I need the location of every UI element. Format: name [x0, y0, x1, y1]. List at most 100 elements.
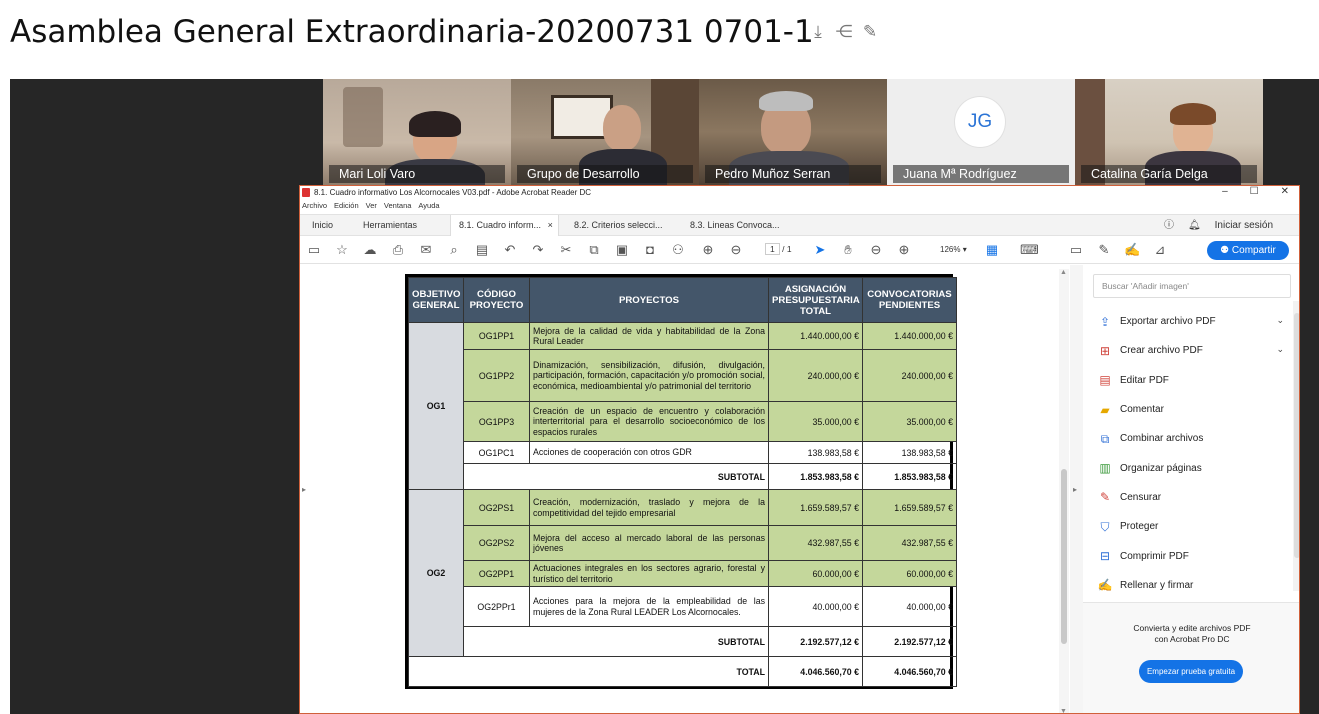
total-label: TOTAL [408, 656, 769, 687]
participant-strip: Mari Loli Varo Grupo de Desarrollo Pedro… [323, 79, 1263, 185]
tool-item[interactable]: ⊟ Comprimir PDF [1083, 541, 1290, 570]
asignacion-cell: 35.000,00 € [768, 401, 863, 442]
stamp-icon[interactable]: ⊿ [1152, 242, 1168, 258]
menu-edicion[interactable]: Edición [334, 201, 359, 213]
tool-item[interactable]: ▤ Editar PDF [1083, 366, 1290, 395]
tool-item[interactable]: ⧉ Combinar archivos [1083, 424, 1290, 453]
menu-ayuda[interactable]: Ayuda [418, 201, 439, 213]
pendientes-cell: 35.000,00 € [862, 401, 957, 442]
avatar: JG [955, 97, 1005, 147]
tool-item[interactable]: ⇪ Exportar archivo PDF ⌄ [1083, 307, 1290, 336]
binoculars-icon[interactable]: ⚇ [670, 242, 686, 258]
zoom-in-icon[interactable]: ⊕ [896, 242, 912, 258]
page-up-icon[interactable]: ⊕ [700, 242, 716, 258]
menu-bar: Archivo Edición Ver Ventana Ayuda [302, 201, 440, 213]
share-icon[interactable]: ⋲ [834, 22, 854, 44]
menu-ver[interactable]: Ver [366, 201, 377, 213]
scrollbar-thumb[interactable] [1061, 469, 1067, 644]
tools-search-input[interactable]: Buscar 'Añadir imagen' [1093, 274, 1291, 298]
page-navigator: 1 / 1 [765, 243, 792, 255]
file-search-icon[interactable]: ▤ [474, 242, 490, 258]
signin-link[interactable]: Iniciar sesión [1215, 215, 1273, 236]
comment-toolbar-icon[interactable]: ▭ [1068, 242, 1084, 258]
code-cell: OG2PPr1 [463, 586, 530, 627]
document-scrollbar[interactable]: ▲ ▼ [1059, 269, 1069, 713]
code-cell: OG2PS1 [463, 489, 530, 526]
pendientes-cell: 1.440.000,00 € [862, 322, 957, 350]
download-icon[interactable]: ⤓ [808, 22, 828, 44]
tool-item[interactable]: ⊞ Crear archivo PDF ⌄ [1083, 336, 1290, 365]
right-panel-divider: ▸ [1070, 265, 1083, 713]
tab-document-1[interactable]: 8.1. Cuadro inform... × [450, 215, 559, 236]
pen-icon[interactable]: ✎ [1096, 242, 1112, 258]
tab-inicio[interactable]: Inicio [304, 215, 341, 236]
project-cell: Mejora del acceso al mercado laboral de … [529, 525, 769, 561]
search-icon[interactable]: ⌕ [446, 242, 462, 258]
tab-close-icon[interactable]: × [548, 220, 553, 230]
subtotal-pendientes: 1.853.983,58 € [862, 463, 957, 490]
document-view[interactable]: ▸ OBJETIVO GENERAL CÓDIGO PROYECTO PROYE… [300, 265, 1070, 713]
page-down-icon[interactable]: ⊖ [728, 242, 744, 258]
code-cell: OG1PP3 [463, 401, 530, 442]
collapse-panel-icon[interactable]: ▸ [1073, 485, 1077, 494]
bell-icon[interactable]: 🔔︎ [1188, 215, 1201, 236]
snapshot-icon[interactable]: ◘ [642, 242, 658, 257]
tool-label: Exportar archivo PDF [1120, 316, 1216, 328]
maximize-icon[interactable]: ☐ [1250, 186, 1259, 197]
chevron-down-icon[interactable]: ⌄ [1276, 344, 1284, 355]
tool-item[interactable]: ✎ Censurar [1083, 483, 1290, 512]
upload-cloud-icon[interactable]: ☁ [362, 242, 378, 258]
email-icon[interactable]: ✉ [418, 242, 434, 258]
pdf-icon [302, 188, 310, 197]
zoom-out-icon[interactable]: ⊖ [868, 242, 884, 258]
edit-icon[interactable]: ✎ [860, 22, 880, 44]
scroll-up-icon[interactable]: ▲ [1060, 269, 1067, 276]
bookmark-star-icon[interactable]: ☆ [334, 242, 350, 258]
share-button-label: Compartir [1231, 245, 1276, 256]
cut-icon[interactable]: ✂ [558, 242, 574, 258]
tool-item[interactable]: ⛉ Proteger [1083, 512, 1290, 541]
video-player[interactable]: Mari Loli Varo Grupo de Desarrollo Pedro… [10, 79, 1319, 714]
close-icon[interactable]: ✕ [1281, 186, 1289, 197]
tool-label: Organizar páginas [1120, 462, 1202, 474]
tab-herramientas[interactable]: Herramientas [355, 215, 425, 236]
free-trial-button[interactable]: Empezar prueba gratuita [1139, 660, 1243, 683]
tool-item[interactable]: ▰ Comentar [1083, 395, 1290, 424]
sign-icon[interactable]: ✍ [1124, 242, 1140, 258]
print-icon[interactable]: ⎙ [390, 242, 406, 258]
scroll-down-icon[interactable]: ▼ [1060, 708, 1067, 713]
select-cursor-icon[interactable]: ➤ [812, 242, 828, 258]
table-row: OG2 OG2PS1 Creación, modernización, tras… [408, 489, 957, 657]
minimize-icon[interactable]: – [1222, 186, 1228, 197]
zoom-selector[interactable]: 126% ▾ [940, 245, 967, 254]
toolbar: ▭ ☆ ☁ ⎙ ✉ ⌕ ▤ ↶ ↷ ✂ ⧉ ▣ ◘ ⚇ ⊕ ⊖ 1 / 1 ➤ … [300, 236, 1299, 264]
menu-ventana[interactable]: Ventana [384, 201, 412, 213]
tools-scrollbar[interactable] [1293, 301, 1299, 591]
code-cell: OG1PP2 [463, 349, 530, 402]
left-panel-toggle-icon[interactable]: ▸ [302, 485, 306, 494]
participant-tile: JG Juana Mª Rodríguez [887, 79, 1075, 185]
fit-page-icon[interactable]: ▦ [984, 242, 1000, 258]
save-icon[interactable]: ▭ [306, 242, 322, 258]
redo-icon[interactable]: ↷ [530, 242, 546, 258]
tools-scrollbar-thumb[interactable] [1294, 313, 1299, 558]
paste-icon[interactable]: ▣ [614, 242, 630, 258]
keyboard-icon[interactable]: ⌨ [1020, 242, 1039, 258]
chevron-down-icon[interactable]: ⌄ [1276, 315, 1284, 326]
project-cell: Creación, modernización, traslado y mejo… [529, 489, 769, 526]
hand-tool-icon[interactable]: ✋︎ [840, 242, 856, 258]
tab-document-2[interactable]: 8.2. Criterios selecci... [566, 215, 676, 236]
asignacion-cell: 240.000,00 € [768, 349, 863, 402]
participant-name: Catalina Garía Delga [1081, 165, 1257, 183]
total-row: TOTAL 4.046.560,70 € 4.046.560,70 € [408, 656, 957, 687]
page-number-input[interactable]: 1 [765, 243, 780, 255]
undo-icon[interactable]: ↶ [502, 242, 518, 258]
help-icon[interactable]: ⓘ [1164, 215, 1174, 236]
menu-archivo[interactable]: Archivo [302, 201, 327, 213]
participant-tile: Mari Loli Varo [323, 79, 511, 185]
tool-item[interactable]: ✍ Rellenar y firmar [1083, 571, 1290, 600]
copy-icon[interactable]: ⧉ [586, 242, 602, 258]
tab-document-3[interactable]: 8.3. Lineas Convoca... [682, 215, 792, 236]
share-button[interactable]: ⚉ Compartir [1207, 241, 1289, 260]
tool-item[interactable]: ▥ Organizar páginas [1083, 453, 1290, 482]
